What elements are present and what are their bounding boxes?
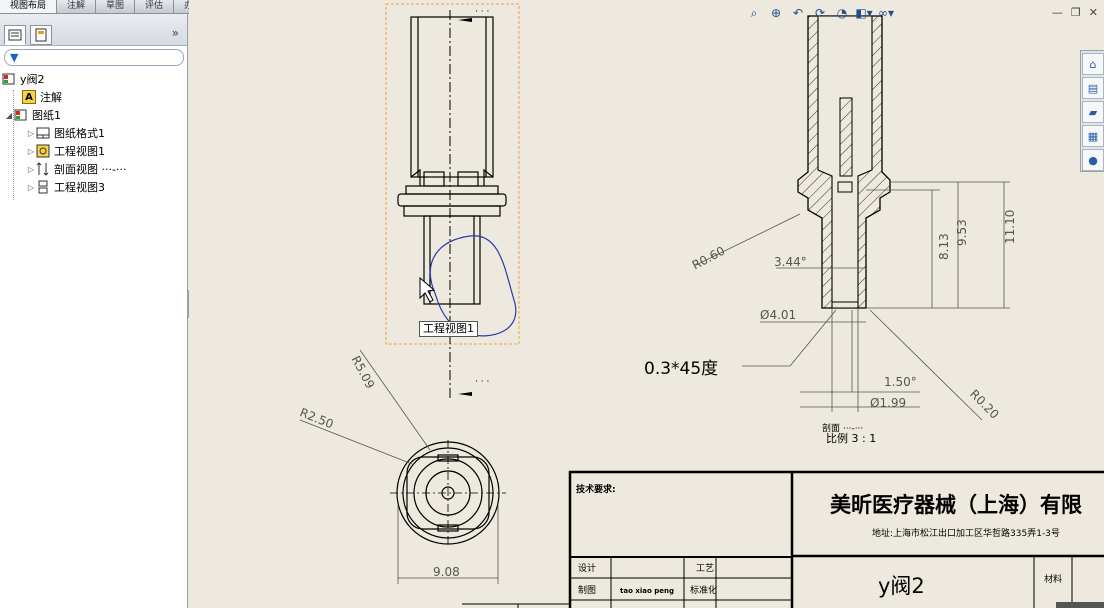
view1-geometry[interactable] — [397, 16, 507, 305]
property-manager-tab[interactable] — [30, 25, 52, 45]
tb-process-label[interactable]: 工艺 — [696, 563, 714, 574]
panel-tab-strip: » — [0, 14, 187, 46]
minimize-icon[interactable]: — — [1052, 6, 1063, 19]
task-pane: ⌂ ▤ ▰ ▦ ● — [1080, 50, 1104, 172]
tree-root[interactable]: y阀2 — [2, 70, 190, 88]
expand-icon[interactable]: ▷ — [26, 147, 36, 156]
dim-1110[interactable]: 11.10 — [1003, 210, 1017, 244]
hide-show-icon[interactable]: ◔ — [833, 4, 851, 22]
feature-manager-panel: » ▼ y阀2 A 注解 ◢ 图纸1 ▷ 图纸格式1 ▷ 工程视图1 ▷ 剖面视… — [0, 14, 188, 608]
appearances-icon[interactable]: ● — [1082, 149, 1104, 171]
dim-dia401[interactable]: Ø4.01 — [760, 308, 796, 322]
tree-item-sheet1[interactable]: ◢ 图纸1 — [4, 106, 192, 124]
collapse-panel-icon[interactable]: » — [172, 26, 179, 40]
chamfer-note[interactable]: 0.3*45度 — [644, 359, 718, 379]
zoom-to-fit-icon[interactable]: ⌕ — [745, 4, 763, 22]
tree-item-label: 图纸格式1 — [54, 127, 105, 140]
part-name[interactable]: y阀2 — [878, 574, 925, 598]
file-explorer-icon[interactable]: ▰ — [1082, 101, 1104, 123]
sheet-icon — [14, 108, 28, 122]
section-view-icon — [36, 162, 50, 176]
section-arrow-bottom — [458, 392, 472, 396]
section-arrow-top — [458, 18, 472, 22]
dim-813[interactable]: 8.13 — [937, 233, 951, 260]
annotation-icon: A — [22, 90, 36, 104]
drawing-sheet[interactable]: · · · · · · R0.60 3.44° 8.13 9.53 11.10 … — [189, 0, 1104, 608]
design-library-icon[interactable]: ▤ — [1082, 77, 1104, 99]
tree-item-drawing-view1[interactable]: ▷ 工程视图1 — [26, 142, 214, 160]
tb-drawer-name[interactable]: tao xiao peng — [620, 587, 674, 595]
dim-953[interactable]: 9.53 — [955, 219, 969, 246]
tree-root-label: y阀2 — [20, 73, 45, 86]
view-palette-icon[interactable]: ▦ — [1082, 125, 1104, 147]
svg-text:· · ·: · · · — [475, 377, 489, 387]
tree-item-section-view[interactable]: ▷ 剖面视图 ···-··· — [26, 160, 214, 178]
tab-view-layout[interactable]: 视图布局 — [0, 0, 58, 13]
tree-item-label: 工程视图3 — [54, 181, 105, 194]
tab-evaluate[interactable]: 评估 — [135, 0, 175, 13]
tb-material-label[interactable]: 材料 — [1044, 573, 1062, 585]
drawing-view-tooltip: 工程视图1 — [419, 321, 478, 337]
view-settings-icon[interactable]: ∞▾ — [877, 4, 895, 22]
drawing-view-icon — [36, 144, 50, 158]
heads-up-view-toolbar: ⌕ ⊕ ↶ ⟳ ◔ ◧▾ ∞▾ — [745, 4, 895, 22]
dim-r509[interactable]: R5.09 — [349, 354, 378, 392]
section-view-geometry[interactable] — [797, 15, 891, 309]
tech-requirements-label[interactable]: 技术要求: — [576, 483, 616, 495]
dim-dia199[interactable]: Ø1.99 — [870, 396, 906, 410]
zoom-to-area-icon[interactable]: ⊕ — [767, 4, 785, 22]
scrollbar-stub — [1056, 602, 1104, 608]
tree-item-label: 工程视图1 — [54, 145, 105, 158]
tb-design-label[interactable]: 设计 — [578, 562, 596, 574]
dim-r250[interactable]: R2.50 — [298, 405, 336, 431]
dim-150[interactable]: 1.50° — [884, 375, 917, 389]
close-icon[interactable]: ✕ — [1089, 6, 1098, 19]
dim-r020[interactable]: R0.20 — [967, 387, 1002, 422]
tree-item-sheet-format[interactable]: ▷ 图纸格式1 — [26, 124, 214, 142]
home-icon[interactable]: ⌂ — [1082, 53, 1104, 75]
tree-item-label: 图纸1 — [32, 109, 61, 122]
tab-sketch[interactable]: 草图 — [96, 0, 136, 13]
tree-item-label: 注解 — [40, 91, 62, 104]
tree-item-drawing-view3[interactable]: ▷ 工程视图3 — [26, 178, 214, 196]
dim-angle[interactable]: 3.44° — [774, 255, 807, 269]
tb-draw-label[interactable]: 制图 — [578, 584, 596, 596]
rotate-icon[interactable]: ⟳ — [811, 4, 829, 22]
svg-text:· · ·: · · · — [475, 7, 489, 17]
expand-icon[interactable]: ◢ — [4, 111, 14, 120]
filter-input[interactable]: ▼ — [4, 49, 184, 66]
expand-icon[interactable]: ▷ — [26, 183, 36, 192]
tb-standard-label[interactable]: 标准化 — [690, 584, 717, 596]
property-manager-icon — [35, 28, 47, 42]
feature-tree-tab[interactable] — [4, 25, 26, 45]
solidworks-window: 视图布局 注解 草图 评估 办公室产品 » ▼ y阀2 — [0, 0, 1104, 608]
expand-icon[interactable]: ▷ — [26, 129, 36, 138]
expand-icon[interactable]: ▷ — [26, 165, 36, 174]
tree-item-label: 剖面视图 ···-··· — [54, 163, 127, 176]
tab-annotation[interactable]: 注解 — [57, 0, 97, 13]
company-name[interactable]: 美昕医疗器械（上海）有限 — [830, 493, 1082, 517]
tree-item-annotations[interactable]: A 注解 — [22, 88, 210, 106]
dim-908[interactable]: 9.08 — [433, 565, 460, 579]
section-label-scale[interactable]: 比例 3 : 1 — [826, 431, 876, 445]
mouse-cursor-icon — [419, 276, 436, 303]
dim-r060[interactable]: R0.60 — [690, 244, 728, 273]
document-window-controls: — ❐ ✕ — [1052, 6, 1098, 19]
display-style-icon[interactable]: ◧▾ — [855, 4, 873, 22]
sheet-format-icon — [36, 126, 50, 140]
restore-icon[interactable]: ❐ — [1071, 6, 1081, 19]
drawing-graphics: · · · · · · R0.60 3.44° 8.13 9.53 11.10 … — [298, 3, 1104, 608]
previous-view-icon[interactable]: ↶ — [789, 4, 807, 22]
company-address[interactable]: 地址:上海市松江出口加工区华哲路335弄1-3号 — [872, 527, 1060, 539]
drawing-doc-icon — [2, 72, 16, 86]
view1-selection-box[interactable] — [385, 3, 520, 345]
feature-tree-icon — [8, 29, 22, 41]
filter-icon: ▼ — [10, 51, 19, 64]
drawing-view3-icon — [36, 180, 50, 194]
